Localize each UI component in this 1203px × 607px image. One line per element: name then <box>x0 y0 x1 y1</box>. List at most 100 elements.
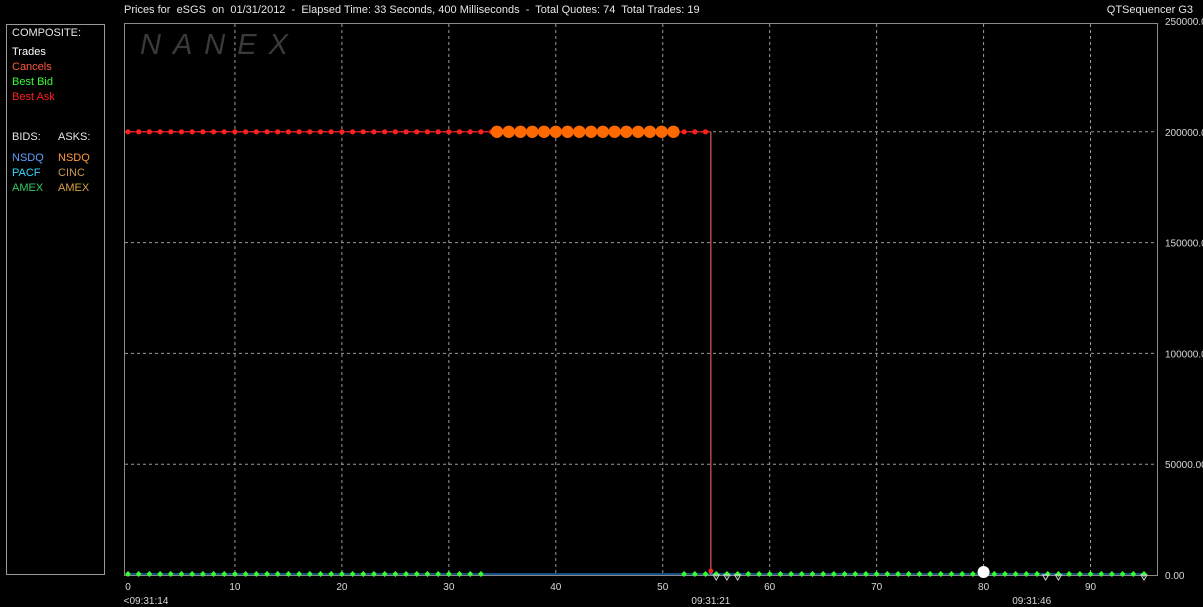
cancel-point <box>655 125 668 138</box>
cancel-point <box>526 125 539 138</box>
best-bid-point <box>403 571 410 577</box>
best-bid-point <box>456 571 463 577</box>
best-bid-point <box>809 571 816 577</box>
cancel-point <box>631 125 645 138</box>
best-bid-point <box>167 571 174 577</box>
best-ask-point <box>371 129 377 135</box>
best-bid-point <box>862 571 869 577</box>
best-bid-point <box>135 571 142 577</box>
cancel-point <box>537 125 551 138</box>
cancel-point <box>596 125 610 138</box>
best-bid-point <box>1108 571 1115 577</box>
y-tick-label: 50000.00 <box>1165 460 1203 471</box>
best-bid-point <box>157 571 164 577</box>
best-bid-point <box>392 571 399 577</box>
x-tick-label: 70 <box>871 582 883 593</box>
best-ask-point <box>392 129 398 135</box>
best-ask-point <box>467 129 473 135</box>
best-bid-point <box>1012 571 1019 577</box>
best-bid-point <box>991 571 998 577</box>
x-tick-label: 10 <box>229 582 241 593</box>
best-bid-point <box>1119 571 1126 577</box>
best-bid-point <box>959 571 966 577</box>
best-ask-point <box>328 129 334 135</box>
best-ask-point <box>339 129 345 135</box>
best-ask-point <box>692 129 698 135</box>
y-tick-label: 200000.00 <box>1165 128 1203 139</box>
best-bid-point <box>1066 571 1073 577</box>
best-bid-point <box>798 571 805 577</box>
best-bid-point <box>948 571 955 577</box>
best-ask-point <box>157 129 163 135</box>
best-bid-point <box>189 571 196 577</box>
cancel-point <box>584 125 598 138</box>
best-bid-point <box>969 571 976 577</box>
x-tick-label: 40 <box>550 582 562 593</box>
y-tick-label: 150000.00 <box>1165 239 1203 250</box>
best-ask-point <box>168 129 174 135</box>
best-bid-point <box>296 571 303 577</box>
best-bid-point <box>841 571 848 577</box>
cancel-point <box>643 125 657 138</box>
best-bid-point <box>264 571 271 577</box>
cancel-point <box>514 125 527 138</box>
best-ask-point <box>296 129 302 135</box>
y-tick-label: 250000.00 <box>1165 17 1203 28</box>
best-ask-point <box>178 129 185 135</box>
best-ask-point <box>424 129 431 135</box>
best-ask-point <box>200 129 206 135</box>
best-ask-point <box>264 129 270 135</box>
best-bid-point <box>1076 571 1083 577</box>
best-bid-point <box>328 571 335 577</box>
best-bid-point <box>820 571 827 577</box>
best-ask-point <box>221 129 227 135</box>
best-bid-point <box>467 571 474 577</box>
best-ask-point <box>360 129 366 135</box>
best-bid-point <box>905 571 912 577</box>
x-tick-label: 30 <box>443 582 455 593</box>
best-bid-point <box>937 571 944 577</box>
best-bid-point <box>413 571 420 577</box>
best-bid-point <box>766 571 773 577</box>
best-bid-point <box>381 571 388 577</box>
best-ask-point <box>414 129 420 135</box>
best-bid-point <box>125 571 131 577</box>
plot-frame <box>124 23 1158 576</box>
best-bid-point <box>788 571 795 577</box>
best-ask-point <box>189 129 195 135</box>
cancel-point <box>561 125 574 138</box>
x-tick-label: 0 <box>125 582 131 593</box>
x-tick-label: 90 <box>1085 582 1097 593</box>
best-ask-point <box>403 129 409 135</box>
best-bid-point <box>253 571 260 577</box>
best-ask-point <box>136 129 142 135</box>
best-ask-point <box>446 129 452 135</box>
best-bid-point <box>424 571 431 577</box>
best-bid-point <box>884 571 891 577</box>
best-ask-point <box>232 129 238 135</box>
best-ask-point <box>243 129 249 135</box>
y-tick-label: 100000.00 <box>1165 349 1203 360</box>
best-bid-point <box>221 571 228 577</box>
cancel-point <box>573 125 586 138</box>
best-ask-point <box>382 129 388 135</box>
best-bid-point <box>199 571 206 577</box>
best-bid-point <box>349 571 356 577</box>
cancel-point <box>490 125 504 138</box>
axes-layer: 0 10 20 30 40 50 60 70 80 90 <09:31:14 09:31:21 09:3… <box>124 17 1203 607</box>
best-bid-point <box>1034 571 1041 577</box>
best-bid-point <box>681 571 688 577</box>
best-bid-point <box>370 571 377 577</box>
best-bid-point <box>702 571 709 577</box>
cancel-point <box>608 125 621 138</box>
cancel-point <box>549 125 562 138</box>
best-bid-point <box>242 571 249 577</box>
best-bid-point <box>873 571 880 577</box>
x-tick-label: 80 <box>978 582 990 593</box>
best-bid-point <box>285 571 292 577</box>
y-tick-label: 0.00 <box>1165 571 1185 582</box>
x-tick-label: 20 <box>336 582 348 593</box>
x-time-label: 09:31:21 <box>691 596 730 607</box>
best-bid-point <box>435 571 442 577</box>
x-tick-label: 50 <box>657 582 669 593</box>
